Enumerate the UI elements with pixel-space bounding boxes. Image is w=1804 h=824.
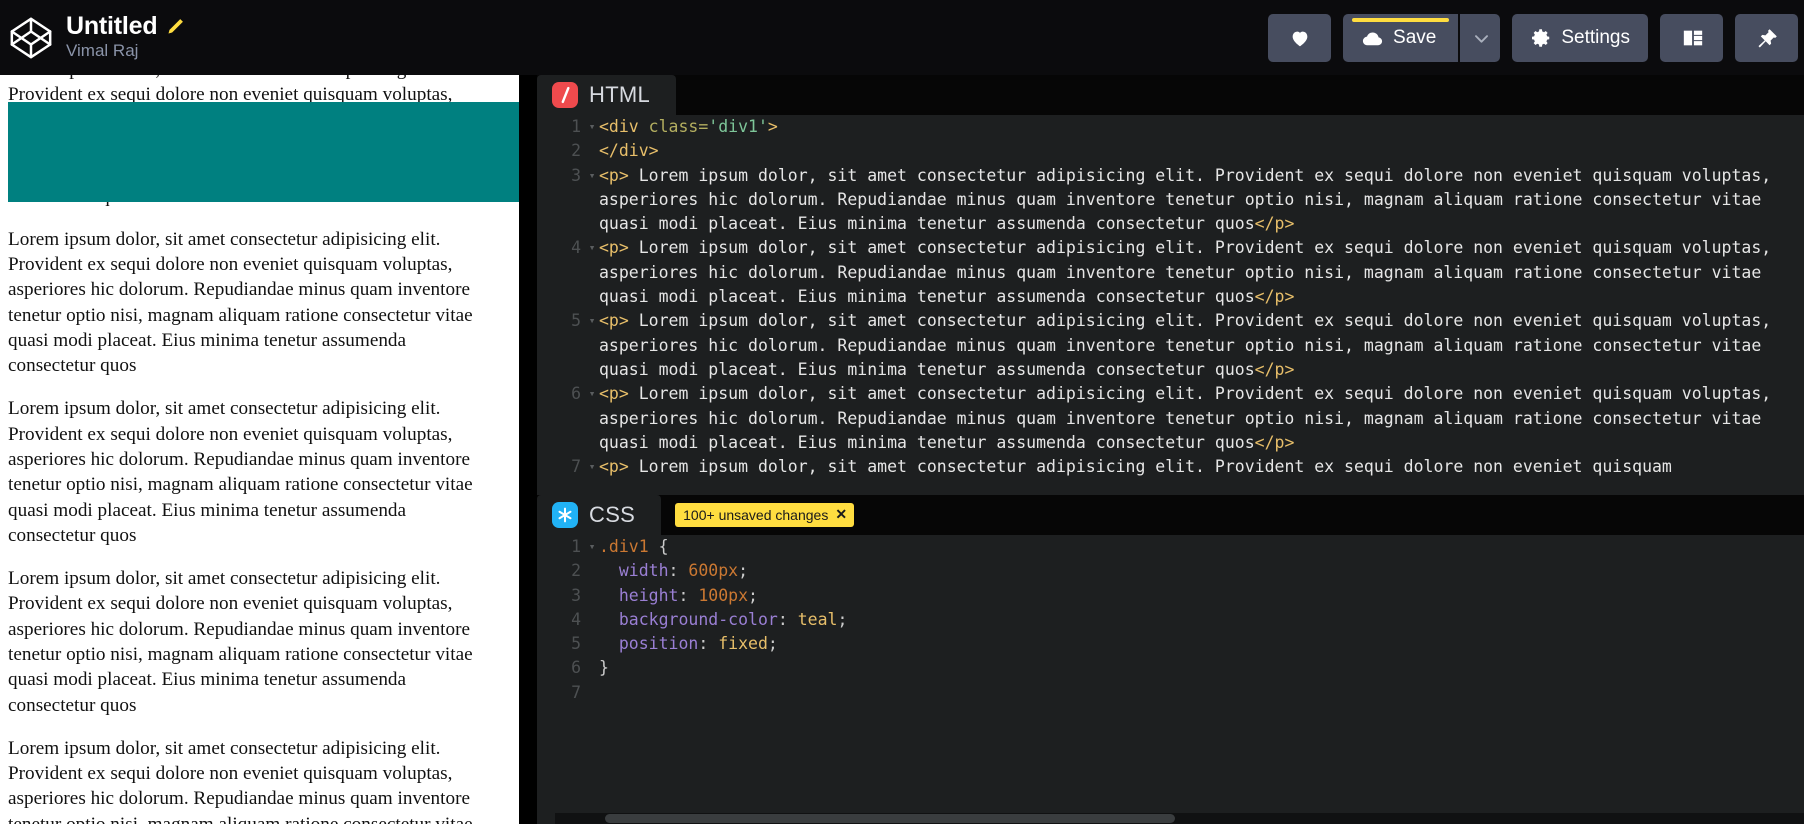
code-line: 3 height: 100px; <box>537 584 1804 608</box>
code-line: 6 ▾ <p> Lorem ipsum dolor, sit amet consec… <box>537 382 1804 455</box>
tab-css-label: CSS <box>589 502 636 527</box>
css-tabbar: CSS 100+ unsaved changes ✕ <box>537 495 1804 535</box>
line-number: 6 <box>571 384 581 404</box>
settings-button[interactable]: Settings <box>1512 13 1648 62</box>
fold-arrow-icon[interactable]: ▾ <box>585 535 599 559</box>
css-asterisk-icon <box>552 502 578 528</box>
pen-meta: Untitled Vimal Raj <box>66 13 186 62</box>
line-number: 5 <box>571 311 581 331</box>
code-line: 1 ▾ .div1 { <box>537 535 1804 559</box>
code-line: 3 ▾ <p> Lorem ipsum dolor, sit amet consec… <box>537 164 1804 237</box>
tab-css[interactable]: CSS <box>537 495 662 535</box>
save-button[interactable]: Save <box>1343 13 1459 62</box>
code-line: 2 </div> <box>537 139 1804 163</box>
tab-html-label: HTML <box>589 82 651 107</box>
line-number: 2 <box>571 141 581 161</box>
html-slash-icon <box>552 82 578 108</box>
css-horizontal-scrollbar-thumb[interactable] <box>605 814 1175 823</box>
unsaved-changes-badge[interactable]: 100+ unsaved changes ✕ <box>675 503 855 527</box>
layout-panels-icon <box>1681 27 1703 49</box>
settings-label: Settings <box>1561 26 1630 48</box>
line-number: 2 <box>571 561 581 581</box>
code-line: 7 <box>537 681 1804 705</box>
code-line: 4 ▾ <p> Lorem ipsum dolor, sit amet consec… <box>537 236 1804 309</box>
code-text: position: fixed; <box>599 634 778 654</box>
line-number: 5 <box>571 634 581 654</box>
fold-arrow-icon[interactable]: ▾ <box>585 164 599 188</box>
pen-author[interactable]: Vimal Raj <box>66 40 186 62</box>
cloud-icon <box>1361 27 1383 49</box>
line-number: 1 <box>571 117 581 136</box>
code-line: 5 position: fixed; <box>537 632 1804 656</box>
preview-pane[interactable]: Lorem ipsum dolor, sit amet consectetur … <box>0 75 519 824</box>
save-label: Save <box>1393 26 1437 48</box>
preview-teal-box <box>8 102 519 202</box>
line-number: 4 <box>571 609 581 629</box>
code-text: <p> Lorem ipsum dolor, sit amet consecte… <box>599 165 1782 234</box>
change-view-button[interactable] <box>1660 13 1723 62</box>
code-text: <p> Lorem ipsum dolor, sit amet consecte… <box>599 311 1782 379</box>
heart-icon <box>1289 27 1311 49</box>
code-line: 4 background-color: teal; <box>537 608 1804 632</box>
html-editor-pane: HTML 1 ▾ <div class='div1'> 2 </div> 3 ▾ <p> Lo… <box>537 75 1804 495</box>
code-line: 7 ▾ <p> Lorem ipsum dolor, sit amet consec… <box>537 455 1804 479</box>
line-number: 6 <box>571 658 581 678</box>
code-text: width: 600px; <box>599 561 749 581</box>
page-title[interactable]: Untitled <box>66 13 158 40</box>
css-code-area[interactable]: 1 ▾ .div1 {2 width: 600px; 3 height: 100px;… <box>537 535 1804 824</box>
line-number: 1 <box>571 537 581 556</box>
tab-html[interactable]: HTML <box>537 75 677 115</box>
line-number: 7 <box>571 682 581 702</box>
code-text: <p> Lorem ipsum dolor, sit amet consecte… <box>599 457 1672 477</box>
code-text: <div class='div1'> <box>599 117 778 136</box>
pin-icon <box>1756 27 1778 49</box>
codepen-logo-icon[interactable] <box>8 15 54 61</box>
code-text: <p> Lorem ipsum dolor, sit amet consecte… <box>599 238 1782 307</box>
pen-brand: Untitled Vimal Raj <box>0 13 186 62</box>
fold-arrow-icon[interactable]: ▾ <box>585 115 599 139</box>
code-text: height: 100px; <box>599 585 758 605</box>
close-icon[interactable]: ✕ <box>835 506 847 523</box>
code-line: 2 width: 600px; <box>537 559 1804 583</box>
code-text: </div> <box>599 141 659 161</box>
editor-column: HTML 1 ▾ <div class='div1'> 2 </div> 3 ▾ <p> Lo… <box>519 75 1804 824</box>
code-line: 6} <box>537 656 1804 680</box>
save-button-group: Save <box>1343 13 1501 62</box>
preview-paragraph: Lorem ipsum dolor, sit amet consectetur … <box>8 737 473 824</box>
line-number: 3 <box>571 165 581 185</box>
code-text: background-color: teal; <box>599 609 848 629</box>
line-number: 3 <box>571 585 581 605</box>
fold-arrow-icon[interactable]: ▾ <box>585 455 599 479</box>
app-header: Untitled Vimal Raj Save Settings <box>0 0 1804 75</box>
css-editor-pane: CSS 100+ unsaved changes ✕ 1 ▾ .div1 {2 wi… <box>537 495 1804 824</box>
code-text: } <box>599 658 609 678</box>
code-text: <p> Lorem ipsum dolor, sit amet consecte… <box>599 384 1782 452</box>
code-line: 1 ▾ <div class='div1'> <box>537 115 1804 139</box>
fold-arrow-icon[interactable]: ▾ <box>585 236 599 260</box>
fold-arrow-icon[interactable]: ▾ <box>585 382 599 406</box>
preview-paragraph: Lorem ipsum dolor, sit amet consectetur … <box>8 398 473 547</box>
html-code-area[interactable]: 1 ▾ <div class='div1'> 2 </div> 3 ▾ <p> Lorem i… <box>537 115 1804 495</box>
love-button[interactable] <box>1268 13 1332 62</box>
pin-button[interactable] <box>1735 13 1798 62</box>
line-number: 7 <box>571 457 581 477</box>
gear-icon <box>1530 27 1552 49</box>
line-number: 4 <box>571 238 581 258</box>
preview-paragraph: Lorem ipsum dolor, sit amet consectetur … <box>8 567 473 716</box>
chevron-down-icon <box>1472 29 1489 46</box>
code-text: .div1 { <box>599 537 669 556</box>
header-toolbar: Save Settings <box>1268 13 1804 62</box>
html-tabbar: HTML <box>537 75 1804 115</box>
code-line: 5 ▾ <p> Lorem ipsum dolor, sit amet consec… <box>537 309 1804 382</box>
save-dropdown-button[interactable] <box>1460 13 1501 62</box>
fold-arrow-icon[interactable]: ▾ <box>585 309 599 333</box>
css-horizontal-scrollbar[interactable] <box>555 813 1804 824</box>
unsaved-changes-label: 100+ unsaved changes <box>683 506 829 523</box>
preview-paragraph: Lorem ipsum dolor, sit amet consectetur … <box>8 228 473 377</box>
pencil-icon[interactable] <box>166 16 186 36</box>
